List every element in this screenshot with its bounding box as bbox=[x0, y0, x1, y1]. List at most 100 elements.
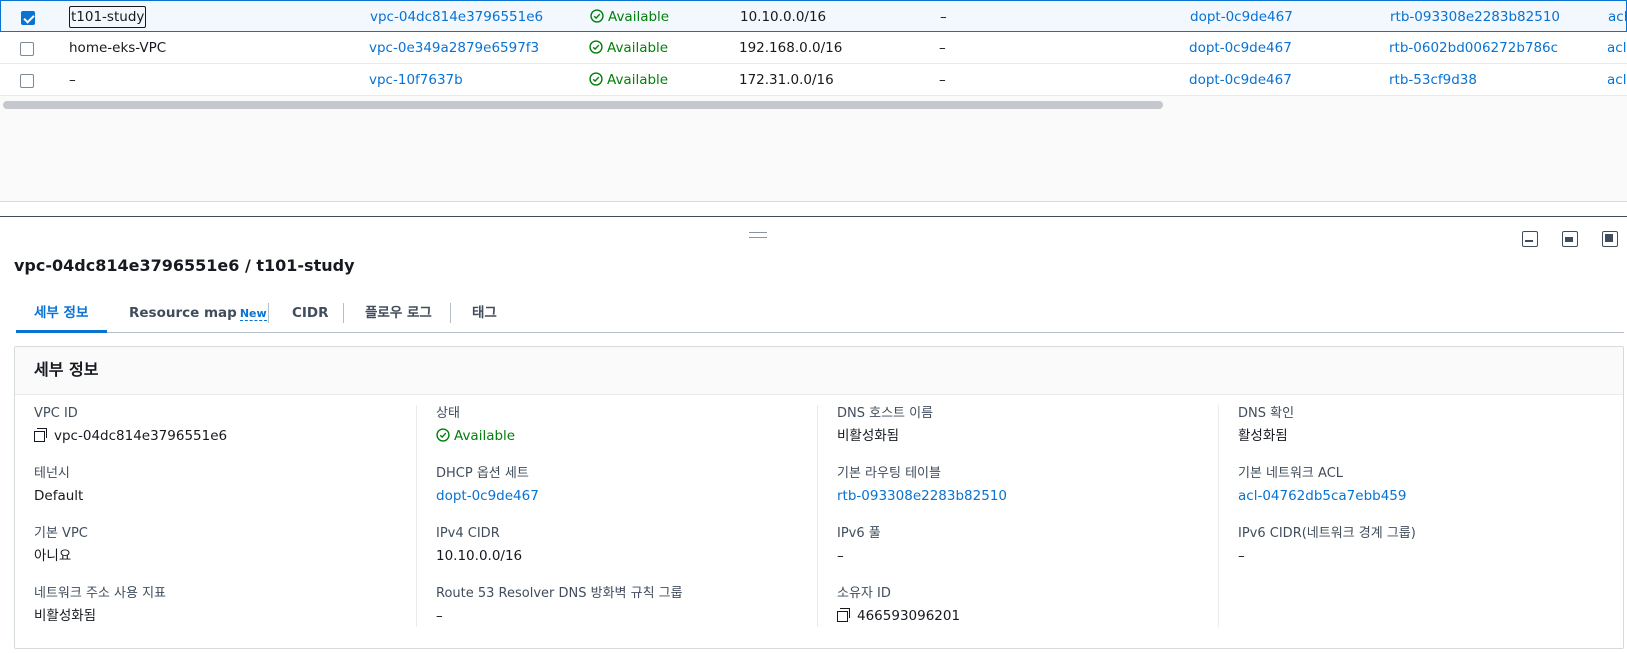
tab-cidr[interactable]: CIDR bbox=[292, 298, 329, 333]
state-value: Available bbox=[454, 428, 516, 444]
ipv6-cidr: – bbox=[939, 72, 946, 88]
column-divider bbox=[817, 405, 818, 627]
network-acl-link[interactable]: acl-04762db5ca7ebb459 bbox=[1238, 487, 1407, 505]
split-panel-divider bbox=[0, 216, 1627, 217]
kv-key: DHCP 옵션 세트 bbox=[436, 466, 529, 481]
row-checkbox[interactable] bbox=[20, 74, 34, 88]
column-divider bbox=[1218, 405, 1219, 627]
tab-separator bbox=[343, 303, 344, 323]
check-circle-icon bbox=[589, 40, 603, 54]
tab-details[interactable]: 세부 정보 bbox=[16, 298, 107, 333]
resize-handle-icon[interactable] bbox=[749, 232, 767, 238]
detail-tabs: 세부 정보 Resource map New CIDR 플로우 로그 태그 bbox=[16, 298, 1624, 333]
tab-resource-map[interactable]: Resource map New bbox=[129, 298, 267, 333]
ipv4-cidr: 10.10.0.0/16 bbox=[740, 9, 827, 25]
check-circle-icon bbox=[589, 72, 603, 86]
ipv4-cidr: 172.31.0.0/16 bbox=[739, 72, 834, 88]
kv-vpc-id: VPC ID vpc-04dc814e3796551e6 bbox=[34, 405, 227, 445]
kv-key: IPv4 CIDR bbox=[436, 526, 500, 541]
dhcp-option-link[interactable]: dopt-0c9de467 bbox=[1189, 32, 1292, 64]
kv-dns-hostnames: DNS 호스트 이름 비활성화됨 bbox=[837, 405, 933, 445]
dhcp-option-link[interactable]: dopt-0c9de467 bbox=[436, 487, 539, 505]
table-row[interactable]: – vpc-10f7637b Available 172.31.0.0/16 –… bbox=[0, 64, 1627, 96]
details-column-4: DNS 확인 활성화됨 기본 네트워크 ACL acl-04762db5ca7e… bbox=[1238, 405, 1627, 635]
tab-tags[interactable]: 태그 bbox=[472, 298, 497, 333]
kv-value: 10.10.0.0/16 bbox=[436, 548, 523, 564]
kv-ipv4-cidr: IPv4 CIDR 10.10.0.0/16 bbox=[436, 525, 522, 565]
copy-icon[interactable] bbox=[34, 428, 48, 442]
kv-ipv6-pool: IPv6 풀 – bbox=[837, 525, 881, 565]
dhcp-option-link[interactable]: dopt-0c9de467 bbox=[1190, 1, 1293, 33]
owner-id-value: 466593096201 bbox=[857, 608, 961, 624]
tab-separator bbox=[450, 303, 451, 323]
kv-value: 비활성화됨 bbox=[34, 608, 97, 624]
kv-key: IPv6 CIDR(네트워크 경계 그룹) bbox=[1238, 526, 1416, 541]
kv-value: – bbox=[436, 608, 443, 624]
tab-label: 세부 정보 bbox=[34, 305, 89, 321]
vpc-id-link[interactable]: vpc-10f7637b bbox=[369, 64, 463, 96]
route-table-link[interactable]: rtb-093308e2283b82510 bbox=[837, 487, 1007, 505]
vpc-state-label: Available bbox=[607, 40, 669, 56]
kv-key: DNS 확인 bbox=[1238, 406, 1295, 421]
copy-icon[interactable] bbox=[837, 608, 851, 622]
details-card: 세부 정보 VPC ID vpc-04dc814e3796551e6 테넌시 D… bbox=[14, 346, 1624, 649]
details-header: 세부 정보 bbox=[15, 347, 1623, 395]
vpc-state: Available bbox=[590, 1, 669, 33]
vpc-id-link[interactable]: vpc-0e349a2879e6597f3 bbox=[369, 32, 539, 64]
kv-key: 테넌시 bbox=[34, 466, 70, 481]
vpc-state-label: Available bbox=[607, 72, 669, 88]
vpc-name-cell[interactable]: t101-study bbox=[69, 6, 147, 28]
table-row[interactable]: home-eks-VPC vpc-0e349a2879e6597f3 Avail… bbox=[0, 32, 1627, 64]
route-table-link[interactable]: rtb-0602bd006272b786c bbox=[1389, 32, 1558, 64]
kv-key: IPv6 풀 bbox=[837, 526, 881, 541]
acl-link[interactable]: acl bbox=[1608, 1, 1627, 33]
panel-bottom-button[interactable] bbox=[1520, 229, 1538, 247]
vpc-id-link[interactable]: vpc-04dc814e3796551e6 bbox=[370, 1, 543, 33]
ipv6-cidr: – bbox=[940, 9, 947, 25]
kv-value: – bbox=[1238, 548, 1245, 564]
details-column-3: DNS 호스트 이름 비활성화됨 기본 라우팅 테이블 rtb-093308e2… bbox=[837, 405, 1237, 635]
kv-value: – bbox=[837, 548, 844, 564]
vpc-state: Available bbox=[589, 32, 668, 64]
kv-default-vpc: 기본 VPC 아니요 bbox=[34, 525, 88, 565]
kv-key: Route 53 Resolver DNS 방화벽 규칙 그룹 bbox=[436, 586, 683, 601]
kv-key: 네트워크 주소 사용 지표 bbox=[34, 586, 166, 601]
vpc-state-label: Available bbox=[608, 9, 670, 25]
column-divider bbox=[416, 405, 417, 627]
row-checkbox[interactable] bbox=[21, 11, 35, 25]
route-table-link[interactable]: rtb-53cf9d38 bbox=[1389, 64, 1477, 96]
panel-maximize-button[interactable] bbox=[1600, 229, 1618, 247]
new-badge: New bbox=[239, 307, 267, 321]
kv-value: 466593096201 bbox=[837, 607, 960, 625]
kv-value: vpc-04dc814e3796551e6 bbox=[34, 427, 227, 445]
check-circle-icon bbox=[590, 9, 604, 23]
table-row[interactable]: t101-study vpc-04dc814e3796551e6 Availab… bbox=[0, 0, 1627, 32]
horizontal-scrollbar[interactable] bbox=[3, 101, 1163, 109]
kv-dns-resolution: DNS 확인 활성화됨 bbox=[1238, 405, 1294, 445]
vpc-name-cell: – bbox=[69, 72, 76, 88]
ipv4-cidr: 192.168.0.0/16 bbox=[739, 40, 843, 56]
dhcp-option-link[interactable]: dopt-0c9de467 bbox=[1189, 64, 1292, 96]
vpc-name-cell: home-eks-VPC bbox=[69, 40, 167, 56]
kv-network-usage-metrics: 네트워크 주소 사용 지표 비활성화됨 bbox=[34, 585, 166, 625]
kv-state: 상태 Available bbox=[436, 405, 515, 445]
tab-flow-logs[interactable]: 플로우 로그 bbox=[365, 298, 432, 333]
tab-label: CIDR bbox=[292, 305, 329, 321]
kv-dhcp-options: DHCP 옵션 세트 dopt-0c9de467 bbox=[436, 465, 539, 505]
kv-tenancy: 테넌시 Default bbox=[34, 465, 83, 505]
row-checkbox[interactable] bbox=[20, 42, 34, 56]
route-table-link[interactable]: rtb-093308e2283b82510 bbox=[1390, 1, 1560, 33]
kv-key: 소유자 ID bbox=[837, 586, 891, 601]
tab-label: 플로우 로그 bbox=[365, 305, 432, 321]
kv-key: 기본 네트워크 ACL bbox=[1238, 466, 1344, 481]
tab-separator bbox=[268, 303, 269, 323]
kv-key: 상태 bbox=[436, 406, 460, 421]
panel-title: vpc-04dc814e3796551e6 / t101-study bbox=[14, 256, 355, 275]
acl-link[interactable]: acl bbox=[1607, 32, 1626, 64]
acl-link[interactable]: acl bbox=[1607, 64, 1626, 96]
panel-half-button[interactable] bbox=[1560, 229, 1578, 247]
kv-value: Default bbox=[34, 488, 84, 504]
kv-dns-firewall: Route 53 Resolver DNS 방화벽 규칙 그룹 – bbox=[436, 585, 683, 625]
details-column-2: 상태 Available DHCP 옵션 세트 dopt-0c9de467 IP… bbox=[436, 405, 836, 635]
vpc-table-rows: t101-study vpc-04dc814e3796551e6 Availab… bbox=[0, 0, 1627, 96]
